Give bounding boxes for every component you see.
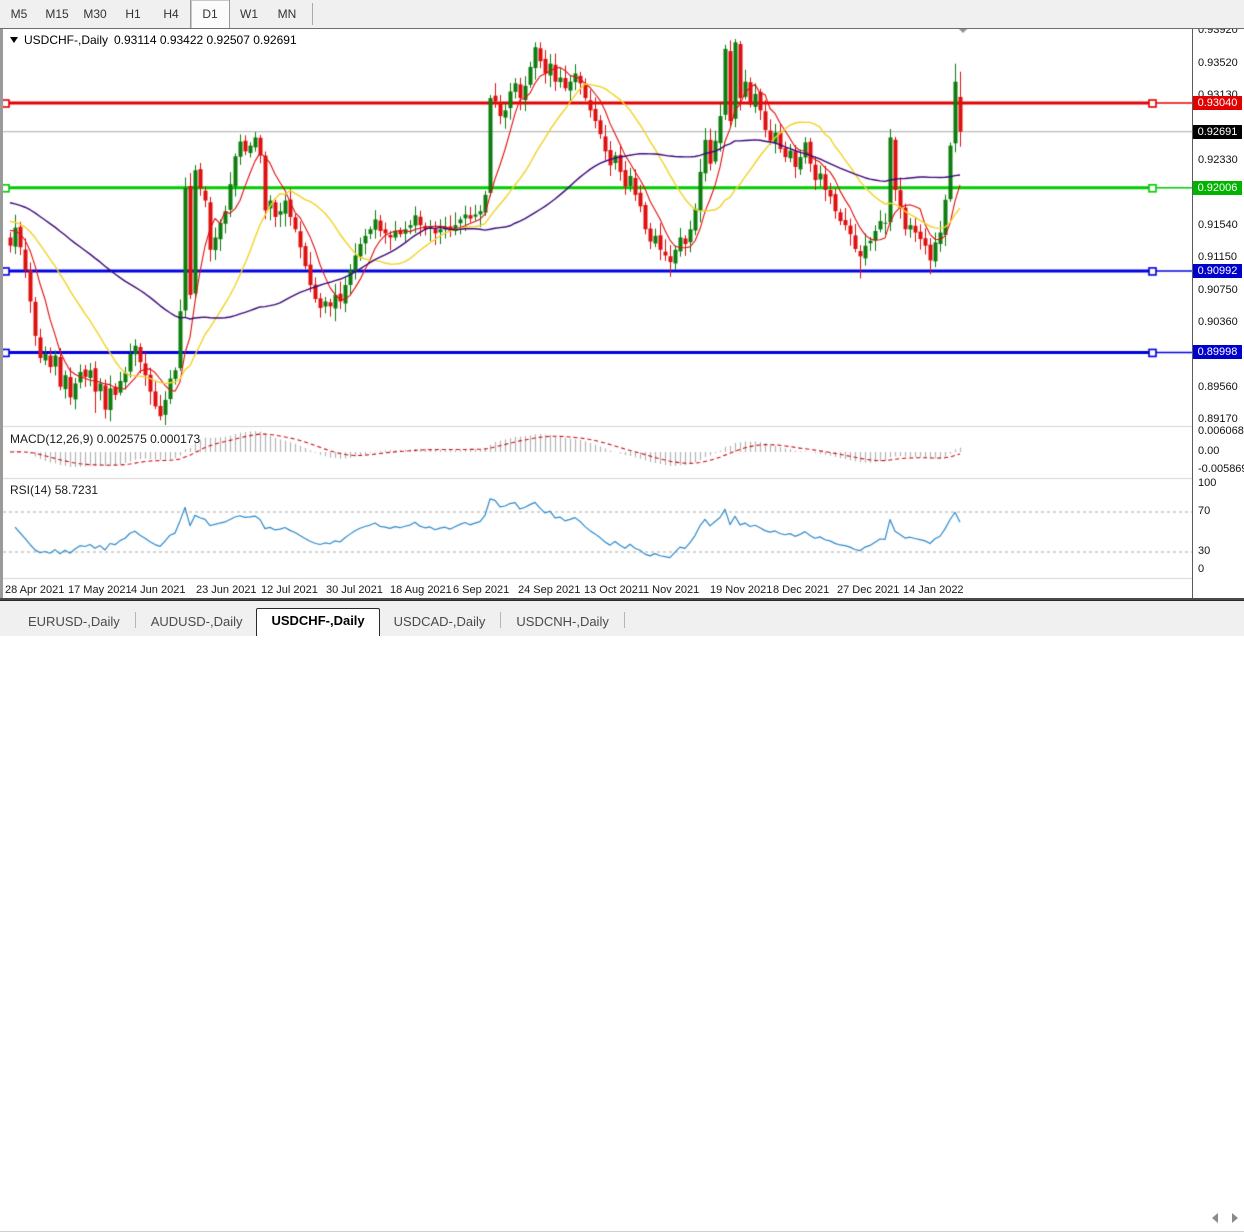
price-tick-label: 0.90360 xyxy=(1198,316,1238,328)
date-tick-label: 1 Nov 2021 xyxy=(643,584,699,596)
timeframe-button-mn[interactable]: MN xyxy=(268,0,306,28)
timeframe-button-w1[interactable]: W1 xyxy=(230,0,268,28)
tab-separator xyxy=(624,612,625,628)
date-tick-label: 18 Aug 2021 xyxy=(390,584,452,596)
timeframe-button-m15[interactable]: M15 xyxy=(38,0,76,28)
tab-scroll-right-icon[interactable] xyxy=(1232,1213,1238,1223)
toolbar-separator xyxy=(312,3,313,25)
timeframe-button-m5[interactable]: M5 xyxy=(0,0,38,28)
tab-audusd[interactable]: AUDUSD-,Daily xyxy=(137,610,257,636)
price-tick-label: 0.91540 xyxy=(1198,219,1238,231)
date-tick-label: 14 Jan 2022 xyxy=(903,584,964,596)
tab-usdcnh[interactable]: USDCNH-,Daily xyxy=(502,610,622,636)
date-tick-label: 19 Nov 2021 xyxy=(710,584,772,596)
hline-price-badge: 0.90992 xyxy=(1193,264,1242,278)
chart-tabs: EURUSD-,DailyAUDUSD-,DailyUSDCHF-,DailyU… xyxy=(14,606,626,636)
price-chart-canvas[interactable] xyxy=(0,0,1244,635)
macd-values: 0.002575 0.000173 xyxy=(97,432,200,446)
date-tick-label: 4 Jun 2021 xyxy=(131,584,185,596)
tab-separator xyxy=(135,612,136,628)
price-tick-label: 0.91150 xyxy=(1198,251,1237,263)
rsi-indicator-label: RSI(14) 58.7231 xyxy=(10,483,98,497)
tab-scroll-arrows xyxy=(1212,1213,1238,1223)
chart-symbol-label: USDCHF-,Daily xyxy=(24,33,108,47)
timeframe-button-m30[interactable]: M30 xyxy=(76,0,114,28)
price-tick-label: 0.93520 xyxy=(1198,57,1238,69)
hline-price-badge: 0.89998 xyxy=(1193,345,1242,359)
date-tick-label: 27 Dec 2021 xyxy=(837,584,899,596)
chart-window-left-border xyxy=(0,28,3,599)
timeframe-toolbar: M5M15M30H1H4D1W1MN xyxy=(0,0,1244,29)
date-tick-label: 6 Sep 2021 xyxy=(453,584,509,596)
price-tick-label: 0.89170 xyxy=(1198,413,1238,425)
date-tick-label: 13 Oct 2021 xyxy=(584,584,644,596)
rsi-tick-label: 70 xyxy=(1198,505,1210,517)
tab-separator xyxy=(500,612,501,628)
tab-scroll-left-icon[interactable] xyxy=(1212,1213,1218,1223)
trading-terminal: { "toolbar": { "timeframes": [ {"label":… xyxy=(0,0,1244,635)
macd-tick-label: -0.005869 xyxy=(1198,463,1244,475)
chart-tabbar: EURUSD-,DailyAUDUSD-,DailyUSDCHF-,DailyU… xyxy=(0,600,1244,636)
macd-tick-label: 0.006068 xyxy=(1198,425,1244,437)
price-tick-label: 0.89560 xyxy=(1198,381,1238,393)
macd-name: MACD(12,26,9) xyxy=(10,432,93,446)
timeframe-button-h1[interactable]: H1 xyxy=(114,0,152,28)
date-tick-label: 30 Jul 2021 xyxy=(326,584,383,596)
date-tick-label: 23 Jun 2021 xyxy=(196,584,257,596)
date-tick-label: 17 May 2021 xyxy=(68,584,132,596)
current-price-badge: 0.92691 xyxy=(1193,125,1242,139)
macd-tick-label: 0.00 xyxy=(1198,445,1219,457)
macd-indicator-label: MACD(12,26,9) 0.002575 0.000173 xyxy=(10,432,200,446)
rsi-name: RSI(14) xyxy=(10,483,51,497)
symbol-dropdown-icon xyxy=(10,37,18,43)
date-tick-label: 28 Apr 2021 xyxy=(5,584,64,596)
tab-usdcad[interactable]: USDCAD-,Daily xyxy=(380,610,500,636)
timeframe-button-h4[interactable]: H4 xyxy=(152,0,190,28)
timeframe-button-d1[interactable]: D1 xyxy=(190,0,230,28)
rsi-tick-label: 30 xyxy=(1198,545,1210,557)
date-tick-label: 24 Sep 2021 xyxy=(518,584,580,596)
date-tick-label: 8 Dec 2021 xyxy=(773,584,829,596)
chart-ohlc-values: 0.93114 0.93422 0.92507 0.92691 xyxy=(114,33,297,47)
price-tick-label: 0.92330 xyxy=(1198,154,1238,166)
hline-price-badge: 0.93040 xyxy=(1193,96,1242,110)
tab-usdchf[interactable]: USDCHF-,Daily xyxy=(256,608,379,636)
rsi-tick-label: 0 xyxy=(1198,563,1204,575)
rsi-value: 58.7231 xyxy=(55,483,98,497)
hline-price-badge: 0.92006 xyxy=(1193,181,1242,195)
rsi-tick-label: 100 xyxy=(1198,477,1216,489)
chart-title: USDCHF-,Daily 0.93114 0.93422 0.92507 0.… xyxy=(10,33,297,47)
date-tick-label: 12 Jul 2021 xyxy=(261,584,318,596)
price-axis-separator xyxy=(1192,28,1193,599)
price-tick-label: 0.90750 xyxy=(1198,284,1238,296)
tab-eurusd[interactable]: EURUSD-,Daily xyxy=(14,610,134,636)
